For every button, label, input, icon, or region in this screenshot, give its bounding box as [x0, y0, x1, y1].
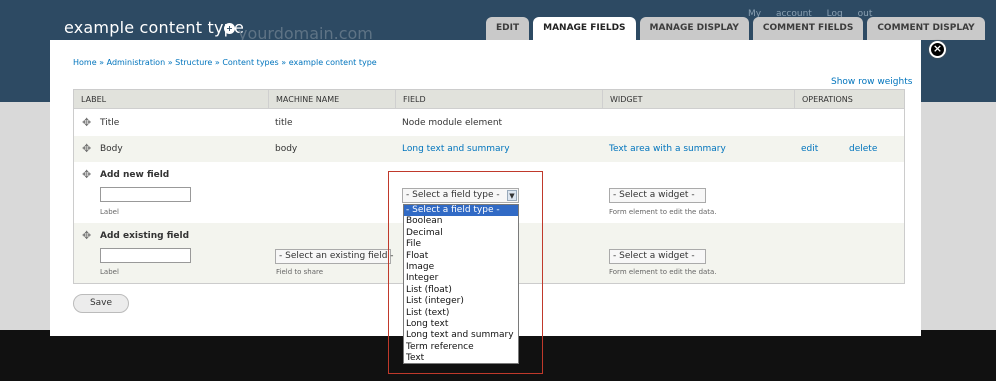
tab-comment-fields[interactable]: COMMENT FIELDS: [752, 17, 864, 40]
page-title: example content type: [64, 18, 245, 37]
column-header-operations: OPERATIONS: [794, 90, 904, 109]
new-field-label-desc: Label: [100, 208, 119, 216]
existing-widget-desc: Form element to edit the data.: [609, 268, 717, 276]
row-label: Body: [100, 144, 123, 154]
row-field: Node module element: [402, 118, 503, 128]
drag-handle-icon[interactable]: ✥: [82, 230, 92, 241]
edit-link[interactable]: edit: [801, 144, 818, 154]
existing-field-select-value: - Select an existing field -: [279, 251, 394, 261]
primary-tabs: EDIT MANAGE FIELDS MANAGE DISPLAY COMMEN…: [486, 17, 985, 40]
new-field-widget-select[interactable]: - Select a widget -: [609, 188, 706, 203]
table-row: ✥ Title title Node module element: [74, 110, 904, 136]
existing-field-label-desc: Label: [100, 268, 119, 276]
column-header-widget: WIDGET: [602, 90, 794, 109]
new-field-widget-desc: Form element to edit the data.: [609, 208, 717, 216]
drag-handle-icon[interactable]: ✥: [82, 117, 92, 128]
row-field-link[interactable]: Long text and summary: [402, 144, 510, 154]
tab-edit[interactable]: EDIT: [486, 17, 530, 40]
existing-field-label-input[interactable]: [100, 248, 191, 263]
save-button[interactable]: Save: [73, 294, 129, 313]
shortcut-add-icon[interactable]: +: [224, 23, 235, 34]
existing-widget-select-value: - Select a widget -: [613, 251, 695, 261]
existing-widget-select[interactable]: - Select a widget -: [609, 249, 706, 264]
column-header-label: LABEL: [81, 95, 107, 104]
tab-comment-display[interactable]: COMMENT DISPLAY: [867, 17, 985, 40]
tab-manage-display[interactable]: MANAGE DISPLAY: [639, 17, 749, 40]
table-row: ✥ Body body Long text and summary Text a…: [74, 136, 904, 162]
widget-select-value: - Select a widget -: [613, 190, 695, 200]
annotation-highlight-box: [388, 171, 543, 374]
close-icon[interactable]: ×: [929, 41, 946, 58]
existing-field-desc: Field to share: [276, 268, 324, 276]
row-widget-link[interactable]: Text area with a summary: [609, 144, 726, 154]
drag-handle-icon[interactable]: ✥: [82, 143, 92, 154]
existing-field-select[interactable]: - Select an existing field -: [275, 249, 394, 264]
add-existing-field-title: Add existing field: [100, 231, 190, 241]
tab-manage-fields[interactable]: MANAGE FIELDS: [533, 17, 636, 40]
row-machine-name: title: [275, 118, 293, 128]
row-label: Title: [100, 118, 120, 128]
column-header-machine-name: MACHINE NAME: [268, 90, 395, 109]
table-header: LABEL MACHINE NAME FIELD WIDGET OPERATIO…: [74, 90, 904, 109]
show-row-weights-link[interactable]: Show row weights: [831, 77, 912, 87]
delete-link[interactable]: delete: [849, 144, 877, 154]
add-new-field-title: Add new field: [100, 170, 170, 180]
new-field-label-input[interactable]: [100, 187, 191, 202]
row-machine-name: body: [275, 144, 298, 154]
breadcrumb[interactable]: Home » Administration » Structure » Cont…: [73, 58, 377, 67]
drag-handle-icon[interactable]: ✥: [82, 169, 92, 180]
column-header-field: FIELD: [395, 90, 602, 109]
